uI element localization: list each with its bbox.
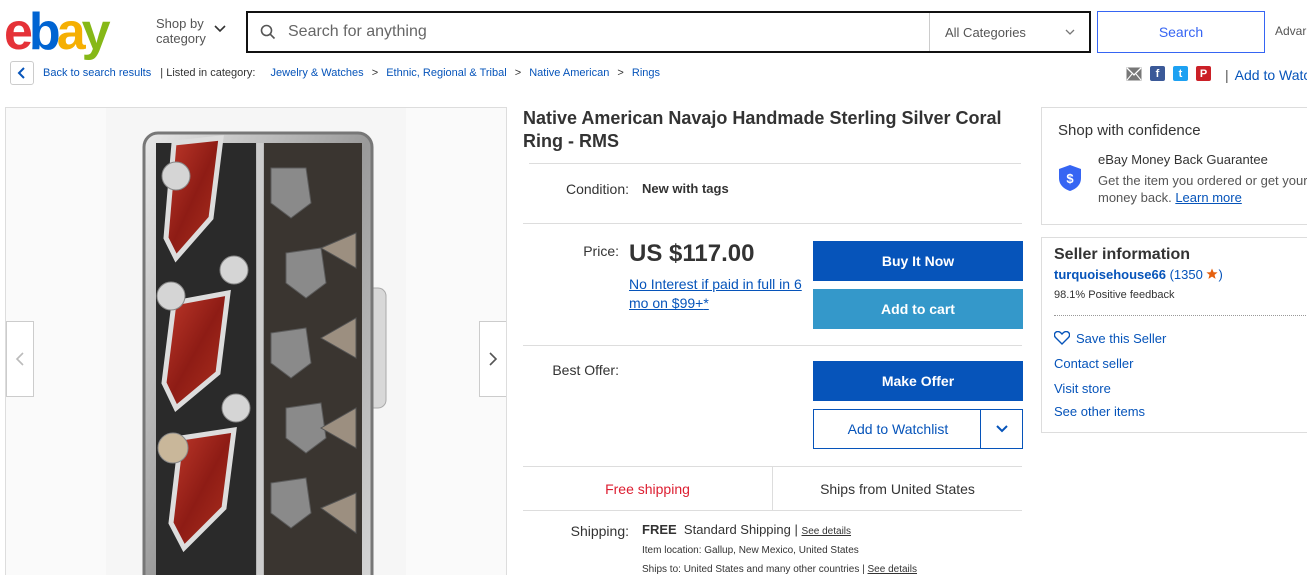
shipping-summary: Free shipping Ships from United States xyxy=(523,466,1022,511)
item-location: Item location: Gallup, New Mexico, Unite… xyxy=(642,545,859,556)
product-title: Native American Navajo Handmade Sterling… xyxy=(523,108,1002,151)
mail-icon[interactable] xyxy=(1126,67,1142,81)
save-seller-label: Save this Seller xyxy=(1076,331,1167,346)
search-input[interactable] xyxy=(288,13,929,51)
condition-label: Condition: xyxy=(565,181,629,197)
see-details-link-2[interactable]: See details xyxy=(868,564,917,575)
ships-to: Ships to: United States and many other c… xyxy=(642,564,917,575)
search-icon xyxy=(248,13,288,51)
back-button[interactable] xyxy=(10,61,34,85)
pinterest-icon[interactable]: P xyxy=(1196,66,1211,81)
advanced-search-link[interactable]: Advar xyxy=(1275,24,1306,38)
chevron-down-icon xyxy=(1065,29,1075,35)
logo-letter-a: a xyxy=(56,3,86,61)
breadcrumb-item-native-american[interactable]: Native American xyxy=(529,67,609,79)
chevron-right-icon xyxy=(489,352,498,366)
interest-text: No Interest if paid in full in 6 mo on $… xyxy=(629,276,802,311)
divider xyxy=(523,345,1022,346)
seller-heading: Seller information xyxy=(1054,246,1191,263)
ships-to-text: Ships to: United States and many other c… xyxy=(642,564,860,575)
interest-asterisk: * xyxy=(703,295,709,311)
shield-glyph: $ xyxy=(1066,171,1074,186)
back-to-results-link[interactable]: Back to search results xyxy=(43,67,151,79)
contact-seller-link[interactable]: Contact seller xyxy=(1054,356,1133,371)
seller-information-panel: Seller information turquoisehouse66 (135… xyxy=(1041,237,1307,433)
learn-more-link[interactable]: Learn more xyxy=(1175,190,1241,205)
shop-by-line2: category xyxy=(156,31,206,46)
chevron-left-icon xyxy=(15,352,24,366)
heart-icon xyxy=(1053,330,1071,345)
breadcrumb-item-rings[interactable]: Rings xyxy=(632,67,660,79)
breadcrumb-separator: > xyxy=(371,67,379,79)
product-image-panel xyxy=(5,107,507,575)
shop-by-line1: Shop by xyxy=(156,16,204,31)
no-interest-link[interactable]: No Interest if paid in full in 6 mo on $… xyxy=(629,275,809,313)
category-select-value: All Categories xyxy=(945,24,1026,40)
divider xyxy=(1054,315,1307,316)
facebook-icon[interactable]: f xyxy=(1150,66,1165,81)
seller-score-close: ) xyxy=(1218,267,1223,282)
money-back-title: eBay Money Back Guarantee xyxy=(1098,152,1268,167)
shipping-method: Standard Shipping xyxy=(683,522,791,537)
add-to-watchlist-button[interactable]: Add to Watchlist xyxy=(813,409,1023,449)
search-button[interactable]: Search xyxy=(1097,11,1265,53)
shipping-free: FREE xyxy=(642,522,677,537)
see-other-items-link[interactable]: See other items xyxy=(1054,404,1145,419)
shield-icon: $ xyxy=(1059,165,1081,191)
breadcrumb-item-ethnic[interactable]: Ethnic, Regional & Tribal xyxy=(386,67,506,79)
chevron-left-icon xyxy=(17,67,25,79)
shop-by-category-button[interactable]: Shop by category xyxy=(156,16,226,46)
search-bar: All Categories xyxy=(246,11,1091,53)
twitter-icon[interactable]: t xyxy=(1173,66,1188,81)
make-offer-button[interactable]: Make Offer xyxy=(813,361,1023,401)
prev-image-button[interactable] xyxy=(6,321,34,397)
seller-name-link[interactable]: turquoisehouse66 xyxy=(1054,267,1166,282)
watchlist-label: Add to Watchlist xyxy=(847,421,949,437)
positive-feedback: 98.1% Positive feedback xyxy=(1054,289,1175,301)
listed-in-label: | Listed in category: xyxy=(160,67,256,79)
breadcrumb-separator: > xyxy=(514,67,522,79)
divider xyxy=(523,223,1022,224)
shop-with-confidence-panel: Shop with confidence $ eBay Money Back G… xyxy=(1041,107,1307,225)
breadcrumb-separator: > xyxy=(617,67,624,79)
price-value: US $117.00 xyxy=(629,240,755,267)
free-shipping-badge: Free shipping xyxy=(523,467,773,510)
chevron-down-icon xyxy=(214,25,226,33)
best-offer-label: Best Offer: xyxy=(552,362,619,378)
seller-score-value: (1350 xyxy=(1169,267,1203,282)
money-back-desc: Get the item you ordered or get your mon… xyxy=(1098,172,1307,206)
save-seller-link[interactable]: Save this Seller xyxy=(1053,330,1167,346)
ships-from: Ships from United States xyxy=(820,480,975,497)
see-details-link[interactable]: See details xyxy=(802,526,851,537)
add-to-watchlist-label: Add to Watc xyxy=(1234,67,1307,83)
confidence-heading: Shop with confidence xyxy=(1058,122,1201,139)
visit-store-link[interactable]: Visit store xyxy=(1054,381,1111,396)
shipping-label: Shipping: xyxy=(570,523,629,539)
condition-value: New with tags xyxy=(642,181,729,196)
logo-letter-y: y xyxy=(81,3,111,61)
seller-name-row: turquoisehouse66 (1350 ) xyxy=(1054,267,1223,282)
add-to-cart-button[interactable]: Add to cart xyxy=(813,289,1023,329)
ships-to-separator: | xyxy=(862,564,865,575)
shipping-details: FREE Standard Shipping | See details xyxy=(642,522,851,537)
price-label: Price: xyxy=(583,243,619,259)
breadcrumb: Back to search results | Listed in categ… xyxy=(43,67,660,79)
shipping-separator: | xyxy=(794,522,798,537)
category-select[interactable]: All Categories xyxy=(929,13,1089,51)
watchlist-dropdown-button[interactable] xyxy=(980,410,1022,448)
logo-letter-e: e xyxy=(4,3,33,61)
share-divider: | xyxy=(1225,67,1229,83)
chevron-down-icon xyxy=(995,425,1008,433)
ebay-logo[interactable]: ebay xyxy=(4,3,111,61)
next-image-button[interactable] xyxy=(479,321,506,397)
buy-it-now-button[interactable]: Buy It Now xyxy=(813,241,1023,281)
star-icon xyxy=(1206,268,1219,279)
logo-letter-b: b xyxy=(28,3,61,61)
divider xyxy=(529,163,1021,164)
seller-score[interactable]: (1350 ) xyxy=(1170,267,1223,282)
share-icons: f t P xyxy=(1126,66,1211,81)
add-to-watchlist-link-top[interactable]: | Add to Watc xyxy=(1225,67,1307,83)
breadcrumb-item-jewelry[interactable]: Jewelry & Watches xyxy=(271,67,364,79)
product-image-ring[interactable] xyxy=(6,108,507,575)
